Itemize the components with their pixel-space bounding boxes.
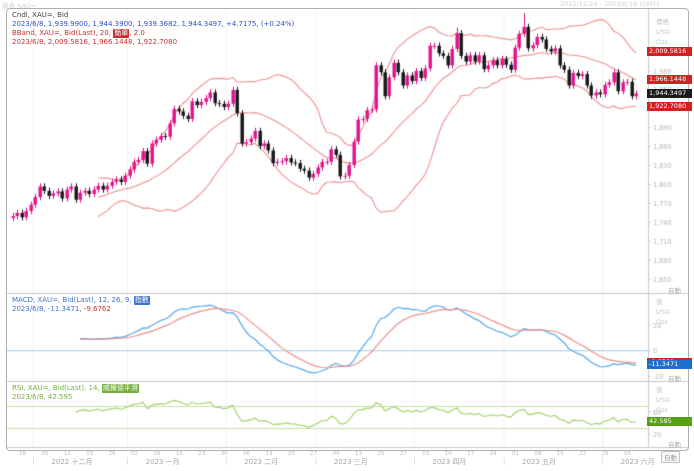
price-legend: Cndl, XAU=, Bid 2023/6/8, 1,939.9900, 1,… [12, 11, 294, 47]
time-axis-day-tick: 17 [467, 451, 474, 457]
macd-signal-value: -9.6762 [84, 305, 111, 313]
macd-axis-title: 值 [656, 297, 670, 307]
macd-axis-auto-label[interactable]: 自動 [668, 373, 681, 383]
time-axis-day-tick: 24 [490, 451, 497, 457]
price-axis-currency: USD [656, 27, 670, 37]
bband-upper-badge: 2,009.5816 [647, 47, 692, 56]
rsi-axis-units: 值 USD Ozs [656, 385, 670, 415]
bband-label-prefix: BBand, XAU=, Bid(Last), 20, [12, 29, 113, 37]
rsi-smoothing-chip: 威爾德平滑 [102, 384, 139, 393]
price-axis-units: 價格 USD Ozs [656, 17, 670, 47]
time-axis-month-label: 2023 三月 [334, 457, 368, 467]
bband-series-label: BBand, XAU=, Bid(Last), 20, 簡單, 2.0 [12, 29, 294, 38]
time-axis-day-tick: 01 [512, 451, 519, 457]
rsi-axis-currency: USD [656, 395, 670, 405]
candle-values-label: 2023/6/8, 1,939.9900, 1,944.3900, 1,939.… [12, 20, 294, 29]
time-axis-month-separator: | [127, 457, 129, 465]
rsi-axis-title: 值 [656, 385, 670, 395]
time-axis-auto-button[interactable]: 自動 [661, 451, 680, 463]
macd-legend: MACD, XAU=, Bid(Last), 12, 26, 9, 指數 202… [12, 296, 150, 314]
price-axis-auto-label[interactable]: 自動 [668, 285, 681, 295]
bband-values-label: 2023/6/8, 2,009.5816, 1,966.1448, 1,922.… [12, 38, 294, 47]
bband-middle-badge: 1,966.1448 [647, 75, 692, 84]
time-axis-day-tick: 15 [557, 451, 564, 457]
bband-lower-badge: 1,922.7080 [647, 102, 692, 111]
macd-axis-currency: USD [656, 307, 670, 317]
time-axis-month-separator: | [413, 457, 415, 465]
time-axis-day-tick: 03 [422, 451, 429, 457]
time-axis-month-label: 2023 五月 [522, 457, 556, 467]
time-axis-day-tick: 23 [198, 451, 205, 457]
time-axis-day-tick: 20 [288, 451, 295, 457]
macd-axis-units: 值 USD Ozs [656, 297, 670, 327]
macd-axis-unit: Ozs [656, 317, 670, 327]
time-axis-day-tick: 02 [131, 451, 138, 457]
last-price-badge: 1,944.3497 [647, 89, 692, 98]
macd-value-badge: -11.3471 [647, 360, 692, 369]
macd-values-label: 2023/6/8, -11.3471, -9.6762 [12, 305, 150, 314]
time-axis-day-tick: 26 [109, 451, 116, 457]
rsi-axis-unit: Ozs [656, 405, 670, 415]
price-axis-title: 價格 [656, 17, 670, 27]
chart-window: 圖表 XAU=· 2022/11/24 - 2023/6/19 (GMT) Cn… [0, 0, 694, 471]
time-axis-day-tick: 28 [19, 451, 26, 457]
time-axis-month-separator: | [225, 457, 227, 465]
rsi-series-label: RSI, XAU=, Bid(Last), 14, 威爾德平滑 [12, 384, 139, 393]
rsi-value-badge: 42.595 [647, 417, 692, 426]
time-axis-month-label: 2023 四月 [432, 457, 466, 467]
price-axis-unit: Ozs [656, 37, 670, 47]
date-range-label: 2022/11/24 - 2023/6/19 (GMT) [560, 0, 659, 8]
rsi-axis-auto-label[interactable]: 自動 [668, 439, 681, 449]
time-axis-month-separator: | [602, 457, 604, 465]
bband-ma-type-chip: 簡單 [113, 29, 129, 38]
macd-ma-type-chip: 指數 [134, 296, 150, 305]
bband-label-suffix: , 2.0 [129, 29, 145, 37]
time-axis-day-tick: 20 [378, 451, 385, 457]
macd-label-prefix: MACD, XAU=, Bid(Last), 12, 26, 9, [12, 296, 134, 304]
time-axis-day-tick: 27 [400, 451, 407, 457]
time-axis-day-tick: 05 [41, 451, 48, 457]
time-axis-month-label: 2022 十二月 [51, 457, 92, 467]
rsi-values-label: 2023/6/8, 42.595 [12, 393, 139, 402]
macd-value: 2023/6/8, -11.3471, [12, 305, 84, 313]
time-axis-month-separator: | [315, 457, 317, 465]
macd-series-label: MACD, XAU=, Bid(Last), 12, 26, 9, 指數 [12, 296, 150, 305]
time-axis-month-label: 2023 六月 [621, 457, 655, 467]
candle-series-label: Cndl, XAU=, Bid [12, 11, 294, 20]
time-axis-month-label: 2023 一月 [146, 457, 180, 467]
time-axis-month-separator: | [503, 457, 505, 465]
time-axis-day-tick: 22 [579, 451, 586, 457]
rsi-legend: RSI, XAU=, Bid(Last), 14, 威爾德平滑 2023/6/8… [12, 384, 139, 402]
rsi-label-prefix: RSI, XAU=, Bid(Last), 14, [12, 384, 102, 392]
time-axis-month-label: 2023 二月 [244, 457, 278, 467]
time-axis-month-separator: | [32, 457, 34, 465]
